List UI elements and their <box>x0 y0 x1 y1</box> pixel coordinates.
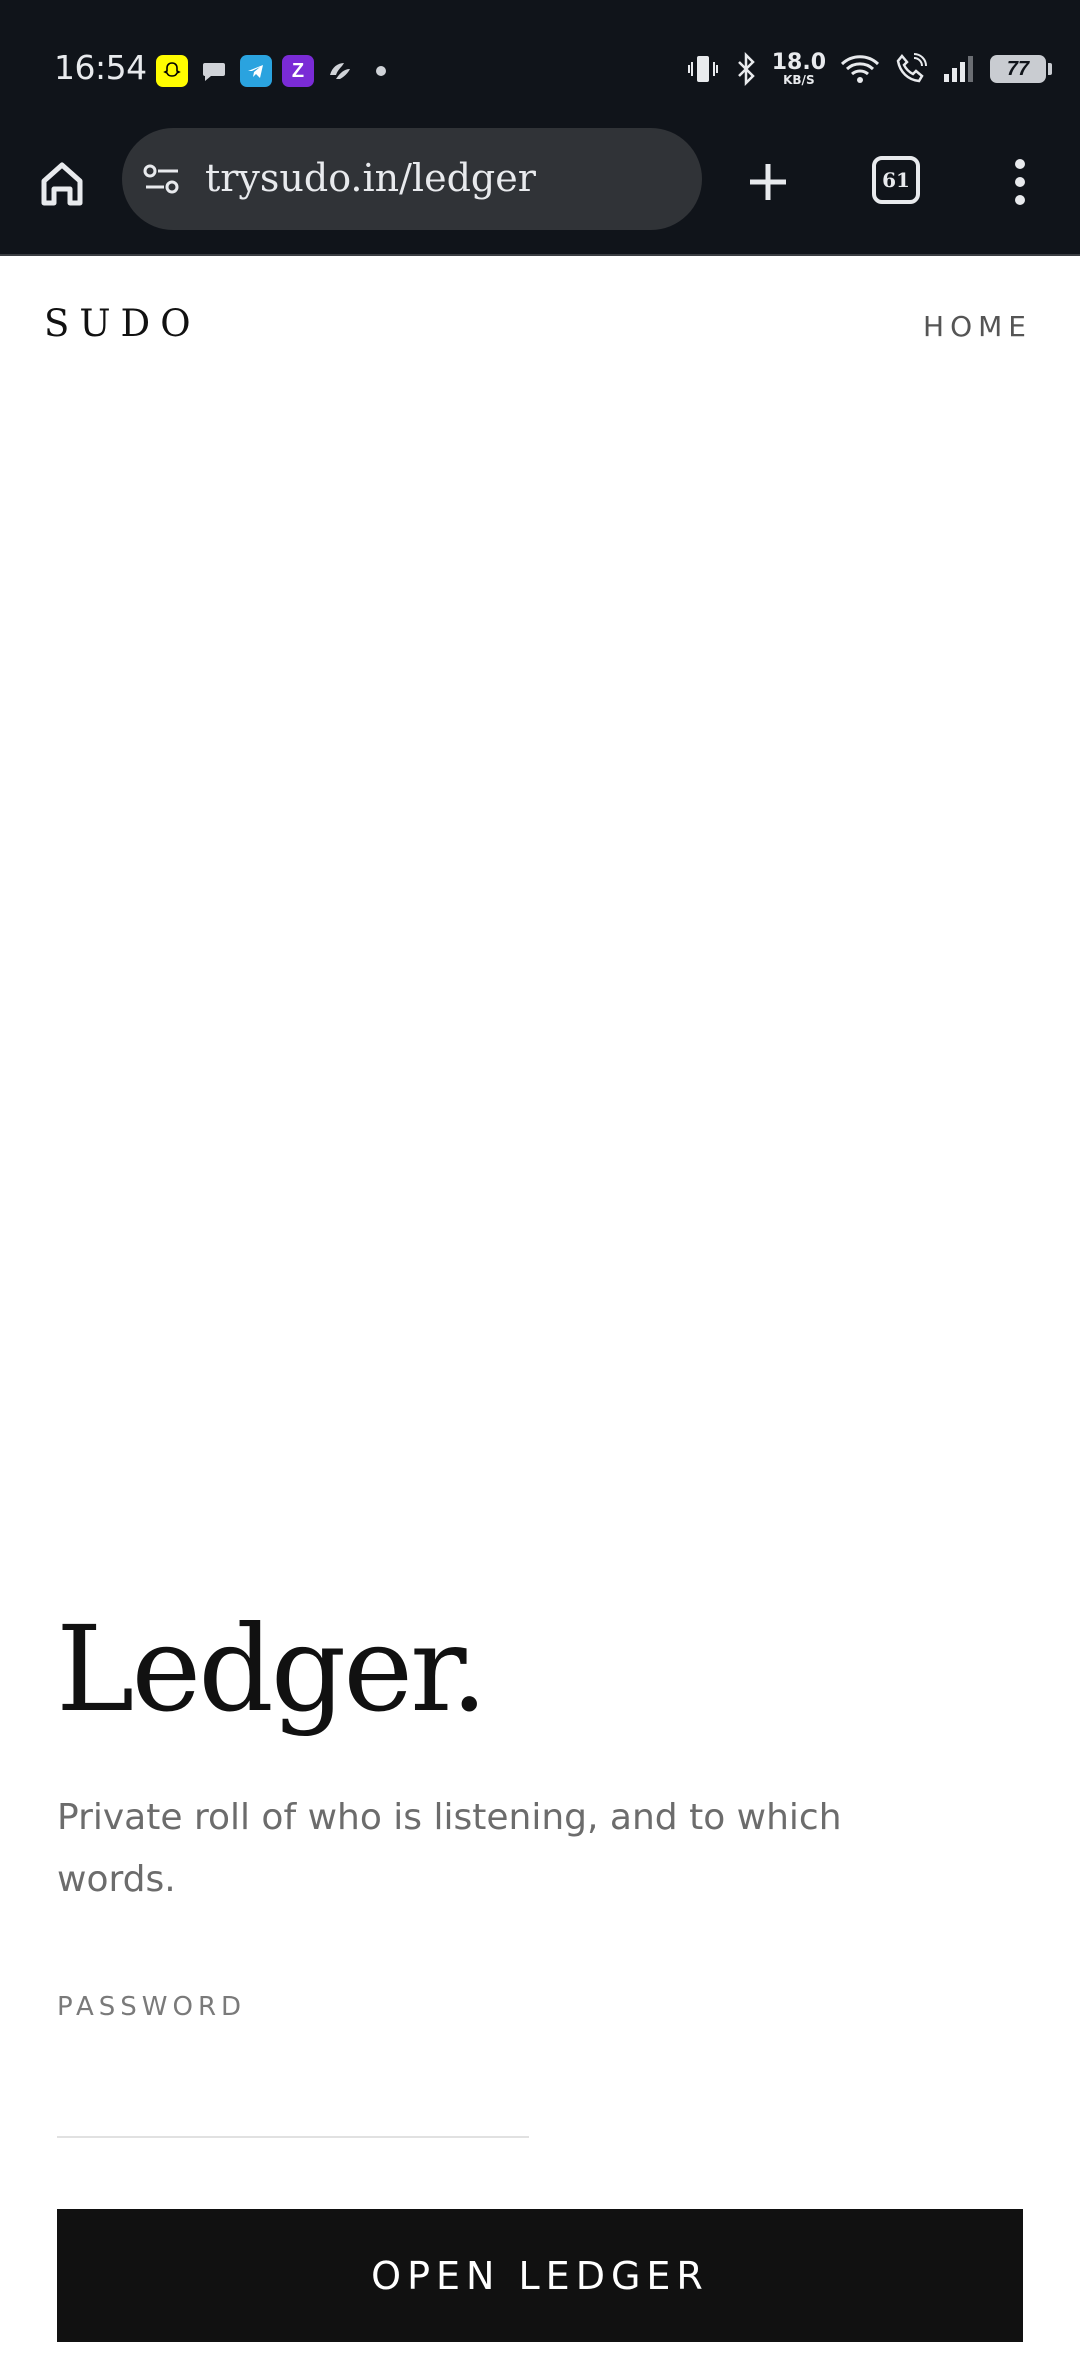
snapchat-icon <box>156 55 188 87</box>
plus-icon <box>750 164 786 200</box>
overflow-menu-button[interactable] <box>998 154 1042 210</box>
browser-toolbar: trysudo.in/ledger 61 <box>0 128 1080 256</box>
wifi-icon <box>840 55 880 83</box>
browser-home-button[interactable] <box>34 156 90 212</box>
telegram-icon <box>240 55 272 87</box>
status-time: 16:54 <box>54 48 147 87</box>
page-subtitle: Private roll of who is listening, and to… <box>57 1797 842 1900</box>
signal-icon <box>944 56 973 82</box>
bluetooth-icon <box>737 52 755 86</box>
nav-home-link[interactable]: HOME <box>923 310 1032 343</box>
menu-dot-icon <box>1015 195 1025 205</box>
password-input[interactable] <box>57 2060 529 2138</box>
address-bar[interactable]: trysudo.in/ledger <box>122 128 702 230</box>
net-speed-unit: KB/S <box>783 73 815 87</box>
dot-icon <box>376 66 386 76</box>
system-icons: 18.0 KB/S 77 <box>686 50 1052 87</box>
open-ledger-button[interactable]: OPEN LEDGER <box>57 2209 1023 2342</box>
menu-dot-icon <box>1015 159 1025 169</box>
home-icon <box>41 162 83 206</box>
chat-bubble-icon <box>198 55 230 87</box>
net-speed-value: 18.0 <box>771 50 826 75</box>
status-bar: 16:54 Z 18.0 KB/S 77 <box>0 0 1080 128</box>
site-logo[interactable]: SUDO <box>44 302 201 345</box>
url-text: trysudo.in/ledger <box>205 156 536 200</box>
menu-dot-icon <box>1015 177 1025 187</box>
tea-app-icon <box>324 55 356 87</box>
site-settings-icon[interactable] <box>140 161 184 202</box>
notification-icons: Z <box>156 55 386 87</box>
vibrate-icon <box>687 56 718 82</box>
zepto-icon: Z <box>282 55 314 87</box>
wifi-call-icon <box>896 53 927 83</box>
net-speed: 18.0 KB/S <box>771 50 826 87</box>
password-label: PASSWORD <box>57 1992 247 2022</box>
new-tab-button[interactable] <box>740 154 796 210</box>
tab-switcher-button[interactable]: 61 <box>872 156 920 204</box>
battery-icon: 77 <box>990 55 1052 83</box>
page-title: Ledger. <box>56 1600 488 1738</box>
